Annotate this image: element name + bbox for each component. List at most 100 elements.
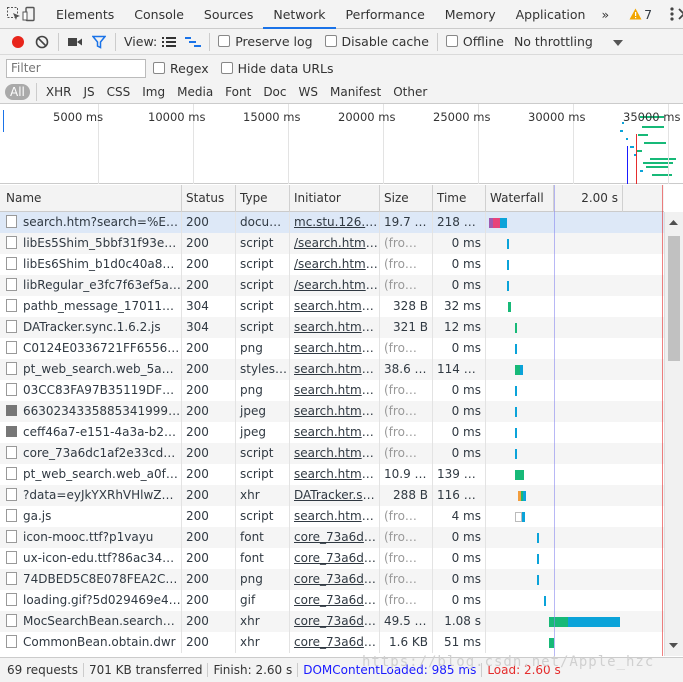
filter-toggle-button[interactable]	[87, 30, 111, 54]
request-initiator-link[interactable]: search.htm?s...	[289, 422, 379, 443]
request-name-cell[interactable]: CommonBean.obtain.dwr	[0, 632, 181, 653]
request-initiator-link[interactable]: core_73a6dc1...	[289, 548, 379, 569]
tab-elements[interactable]: Elements	[46, 0, 124, 29]
type-filter-media[interactable]: Media	[172, 84, 218, 100]
waterfall-cell[interactable]	[485, 485, 664, 506]
request-name-cell[interactable]: pathb_message_17011101.js	[0, 296, 181, 317]
table-row[interactable]: loading.gif?5d029469e4646...200gifcore_7…	[0, 590, 664, 611]
chevron-down-icon[interactable]	[612, 35, 623, 49]
record-button[interactable]	[6, 30, 30, 54]
table-row[interactable]: 74DBED5C8E078FEA2C54FD...200pngcore_73a6…	[0, 569, 664, 590]
warnings-counter[interactable]: 7	[623, 7, 658, 22]
disable-cache-checkbox[interactable]: Disable cache	[324, 34, 429, 49]
request-initiator-link[interactable]: mc.stu.126.ne...	[289, 212, 379, 233]
tab-network[interactable]: Network	[263, 0, 336, 29]
table-row[interactable]: libRegular_e3fc7f63ef5a597...200script/s…	[0, 275, 664, 296]
request-initiator-link[interactable]: /search.htm?s...	[289, 233, 379, 254]
type-filter-ws[interactable]: WS	[294, 84, 323, 100]
table-row[interactable]: MocSearchBean.searchMo... 200 xhr core_73a6…	[0, 611, 664, 632]
type-filter-manifest[interactable]: Manifest	[325, 84, 386, 100]
inspect-element-icon[interactable]	[6, 2, 22, 26]
type-filter-font[interactable]: Font	[220, 84, 256, 100]
table-row[interactable]: ux-icon-edu.ttf?86ac34de8... 200 font core_…	[0, 548, 664, 569]
waterfall-cell[interactable]	[485, 275, 664, 296]
waterfall-cell[interactable]	[485, 317, 664, 338]
request-name-cell[interactable]: loading.gif?5d029469e4646...	[0, 590, 181, 611]
capture-screenshots-button[interactable]	[63, 30, 87, 54]
table-row[interactable]: core_73a6dc1af2e33cd704... 200 script searc…	[0, 443, 664, 464]
request-name-cell[interactable]: 74DBED5C8E078FEA2C54FD...	[0, 569, 181, 590]
request-name-cell[interactable]: 6630234335885341999.png	[0, 401, 181, 422]
more-options-icon[interactable]	[670, 2, 674, 26]
hide-data-urls-checkbox[interactable]: Hide data URLs	[220, 61, 334, 76]
type-filter-css[interactable]: CSS	[102, 84, 136, 100]
waterfall-cell[interactable]	[485, 401, 664, 422]
request-name-cell[interactable]: ceff46a7-e151-4a3a-b208-9...	[0, 422, 181, 443]
table-row[interactable]: libEs6Shim_b1d0c40a89ec7...200script/sea…	[0, 254, 664, 275]
waterfall-cell[interactable]	[485, 506, 664, 527]
type-filter-js[interactable]: JS	[78, 84, 99, 100]
clear-button[interactable]	[30, 30, 54, 54]
type-filter-other[interactable]: Other	[388, 84, 432, 100]
request-name-cell[interactable]: 03CC83FA97B35119DFB8C77...	[0, 380, 181, 401]
request-name-cell[interactable]: libEs6Shim_b1d0c40a89ec7...	[0, 254, 181, 275]
table-row[interactable]: pathb_message_17011101.js 304 script search…	[0, 296, 664, 317]
request-name-cell[interactable]: pt_web_search.web_a0f2f0f...	[0, 464, 181, 485]
waterfall-cell[interactable]	[485, 338, 664, 359]
throttling-select[interactable]: No throttling	[514, 34, 593, 49]
large-rows-button[interactable]	[157, 30, 181, 54]
table-row[interactable]: 03CC83FA97B35119DFB8C77...200pngsearch.h…	[0, 380, 664, 401]
tab-application[interactable]: Application	[506, 0, 596, 29]
waterfall-cell[interactable]	[485, 590, 664, 611]
request-initiator-link[interactable]: DATracker.syn...	[289, 485, 379, 506]
waterfall-cell[interactable]	[485, 422, 664, 443]
request-initiator-link[interactable]: search.htm?s...	[289, 506, 379, 527]
table-row[interactable]: DATracker.sync.1.6.2.js 304 script search.h…	[0, 317, 664, 338]
request-initiator-link[interactable]: /search.htm?s...	[289, 254, 379, 275]
tab-sources[interactable]: Sources	[194, 0, 263, 29]
request-initiator-link[interactable]: search.htm?s...	[289, 359, 379, 380]
request-name-cell[interactable]: core_73a6dc1af2e33cd704...	[0, 443, 181, 464]
tab-console[interactable]: Console	[124, 0, 194, 29]
timeline-overview[interactable]: 5000 ms 10000 ms 15000 ms 20000 ms 25000 ms 3…	[0, 104, 683, 184]
request-name-cell[interactable]: ga.js	[0, 506, 181, 527]
scroll-down-icon[interactable]	[665, 640, 682, 652]
type-filter-doc[interactable]: Doc	[258, 84, 291, 100]
request-initiator-link[interactable]: search.htm?s...	[289, 296, 379, 317]
request-initiator-link[interactable]: core_73a6dc1...	[289, 632, 379, 653]
waterfall-cell[interactable]	[485, 632, 664, 653]
table-row[interactable]: icon-mooc.ttf?p1vayu 200fontcore_73a6dc1.…	[0, 527, 664, 548]
waterfall-cell[interactable]	[485, 611, 664, 632]
regex-checkbox[interactable]: Regex	[153, 61, 209, 76]
request-name-cell[interactable]: pt_web_search.web_5abea0...	[0, 359, 181, 380]
type-filter-xhr[interactable]: XHR	[41, 84, 77, 100]
table-row[interactable]: libEs5Shim_5bbf31f93e60b1...200script/se…	[0, 233, 664, 254]
waterfall-cell[interactable]	[485, 380, 664, 401]
request-initiator-link[interactable]: search.htm?s...	[289, 401, 379, 422]
waterfall-cell[interactable]	[485, 296, 664, 317]
waterfall-cell[interactable]	[485, 233, 664, 254]
column-header-status[interactable]: Status	[181, 185, 235, 212]
request-name-cell[interactable]: DATracker.sync.1.6.2.js	[0, 317, 181, 338]
column-header-name[interactable]: Name	[0, 185, 181, 212]
table-row[interactable]: pt_web_search.web_5abea0...200stylesh...…	[0, 359, 664, 380]
request-name-cell[interactable]: MocSearchBean.searchMo...	[0, 611, 181, 632]
column-header-initiator[interactable]: Initiator	[289, 185, 379, 212]
waterfall-cell[interactable]	[485, 527, 664, 548]
request-name-cell[interactable]: icon-mooc.ttf?p1vayu	[0, 527, 181, 548]
table-row[interactable]: 6630234335885341999.png 200 jpeg search.htm…	[0, 401, 664, 422]
type-filter-all[interactable]: All	[5, 84, 30, 100]
request-initiator-link[interactable]: search.htm?s...	[289, 380, 379, 401]
request-name-cell[interactable]: search.htm?search=%E8%A...	[0, 212, 181, 233]
type-filter-img[interactable]: Img	[137, 84, 170, 100]
close-devtools-icon[interactable]	[678, 2, 683, 26]
waterfall-cell[interactable]	[485, 464, 664, 485]
request-name-cell[interactable]: libEs5Shim_5bbf31f93e60b1...	[0, 233, 181, 254]
filter-input[interactable]	[6, 58, 146, 78]
table-row[interactable]: ceff46a7-e151-4a3a-b208-9...200jpegsearc…	[0, 422, 664, 443]
waterfall-cell[interactable]	[485, 212, 664, 233]
request-initiator-link[interactable]: search.htm?s...	[289, 443, 379, 464]
waterfall-cell[interactable]	[485, 548, 664, 569]
tab-memory[interactable]: Memory	[435, 0, 506, 29]
request-initiator-link[interactable]: core_73a6dc1...	[289, 569, 379, 590]
